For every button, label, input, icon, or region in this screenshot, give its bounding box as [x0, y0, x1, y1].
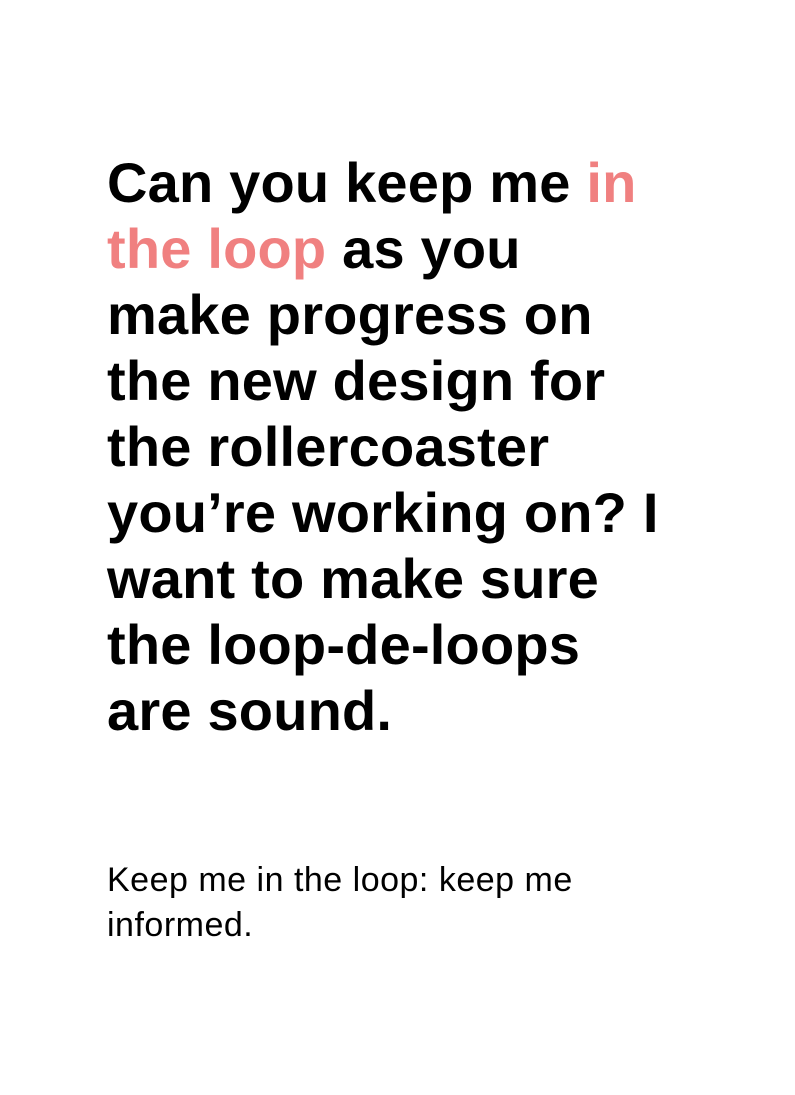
sentence-line: the new design for	[107, 349, 606, 412]
sentence-text: as you	[326, 217, 521, 280]
idiom-highlight: in	[586, 151, 637, 214]
idiom-definition: Keep me in the loop: keep me informed.	[107, 858, 707, 948]
definition-line: informed.	[107, 906, 254, 944]
idiom-highlight: the loop	[107, 217, 327, 280]
sentence-line: want to make sure	[107, 547, 600, 610]
sentence-line: the loop-de-loops	[107, 613, 581, 676]
example-sentence: Can you keep me in the loop as you make …	[107, 150, 707, 744]
sentence-line: you’re working on? I	[107, 481, 659, 544]
sentence-text: Can you keep me	[107, 151, 587, 214]
sentence-line: the rollercoaster	[107, 415, 550, 478]
sentence-line: Can you keep me in	[107, 150, 707, 216]
sentence-line: make progress on	[107, 283, 593, 346]
definition-line: Keep me in the loop: keep me	[107, 861, 573, 899]
sentence-line: are sound.	[107, 679, 393, 742]
flashcard: Can you keep me in the loop as you make …	[0, 0, 795, 1095]
sentence-line: the loop as you	[107, 216, 707, 282]
